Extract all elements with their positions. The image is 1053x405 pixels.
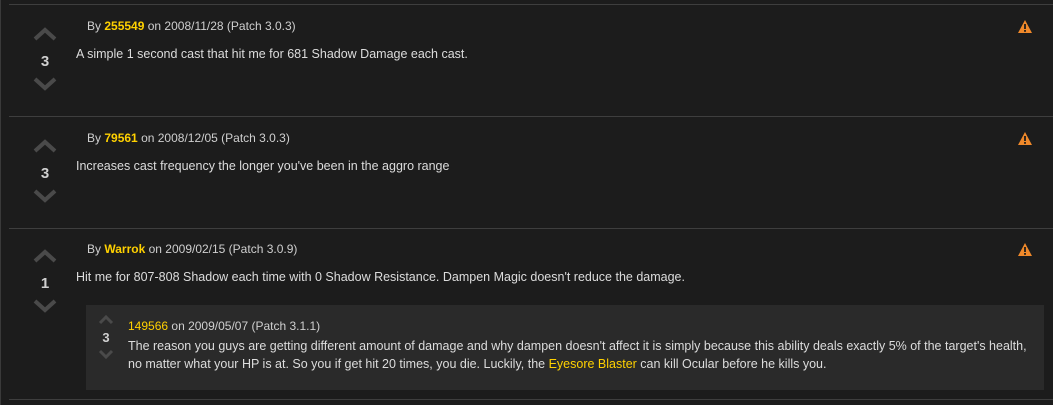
vote-score: 3	[40, 53, 50, 70]
comment-meta: By Warrok on 2009/02/15 (Patch 3.0.9)	[87, 242, 297, 256]
report-button[interactable]	[1017, 131, 1033, 146]
reply-meta: 149566 on 2009/05/07 (Patch 3.1.1)	[128, 319, 320, 333]
upvote-button[interactable]	[27, 27, 63, 49]
warning-icon	[1018, 243, 1032, 256]
comment-text: A simple 1 second cast that hit me for 6…	[76, 47, 468, 61]
reply-vote-score: 3	[102, 330, 110, 345]
upvote-button[interactable]	[27, 249, 63, 271]
comments-panel: 3 By 255549 on 2008/11/28 (Patch 3.0.3) …	[0, 0, 1053, 405]
downvote-button[interactable]	[27, 299, 63, 321]
comment-meta: By 255549 on 2008/11/28 (Patch 3.0.3)	[87, 19, 296, 33]
chevron-up-icon	[98, 315, 114, 325]
comment-author-link[interactable]: 79561	[104, 131, 137, 145]
warning-icon	[1018, 20, 1032, 33]
reply-vote-widget: 3	[96, 315, 116, 361]
vote-widget: 3	[27, 139, 63, 211]
downvote-button[interactable]	[27, 77, 63, 99]
comment-meta: By 79561 on 2008/12/05 (Patch 3.0.3)	[87, 131, 290, 145]
chevron-up-icon	[33, 249, 57, 263]
chevron-down-icon	[33, 189, 57, 203]
by-label: By	[87, 131, 102, 145]
warning-icon	[1018, 132, 1032, 145]
comment-text: Hit me for 807-808 Shadow each time with…	[76, 270, 685, 284]
comment-author-link[interactable]: Warrok	[104, 242, 145, 256]
comment: 3 By 79561 on 2008/12/05 (Patch 3.0.3) I…	[9, 116, 1053, 228]
chevron-down-icon	[33, 77, 57, 91]
vote-widget: 1	[27, 249, 63, 321]
chevron-up-icon	[33, 27, 57, 41]
reply-text-after: can kill Ocular before he kills you.	[636, 357, 827, 371]
comment-text: Increases cast frequency the longer you'…	[76, 159, 450, 173]
comment-date: on 2009/02/15 (Patch 3.0.9)	[148, 242, 298, 256]
vote-score: 3	[40, 165, 50, 182]
report-button[interactable]	[1017, 242, 1033, 257]
reply-author-link[interactable]: 149566	[128, 319, 168, 333]
divider	[9, 399, 1053, 400]
comment: 3 By 255549 on 2008/11/28 (Patch 3.0.3) …	[9, 4, 1053, 116]
reply-text: The reason you guys are getting differen…	[128, 337, 1028, 373]
by-label: By	[87, 19, 102, 33]
downvote-button[interactable]	[27, 189, 63, 211]
comment-date: on 2008/11/28 (Patch 3.0.3)	[147, 19, 296, 33]
chevron-down-icon	[98, 349, 114, 359]
report-button[interactable]	[1017, 19, 1033, 34]
reply-upvote-button[interactable]	[96, 315, 116, 327]
vote-score: 1	[40, 275, 50, 292]
comment-author-link[interactable]: 255549	[104, 19, 144, 33]
reply-date: on 2009/05/07 (Patch 3.1.1)	[171, 319, 321, 333]
upvote-button[interactable]	[27, 139, 63, 161]
chevron-down-icon	[33, 299, 57, 313]
chevron-up-icon	[33, 139, 57, 153]
item-link[interactable]: Eyesore Blaster	[549, 357, 637, 371]
reply-comment: 3 149566 on 2009/05/07 (Patch 3.1.1) The…	[86, 305, 1044, 390]
reply-downvote-button[interactable]	[96, 349, 116, 361]
by-label: By	[87, 242, 102, 256]
vote-widget: 3	[27, 27, 63, 99]
comment-date: on 2008/12/05 (Patch 3.0.3)	[141, 131, 290, 145]
